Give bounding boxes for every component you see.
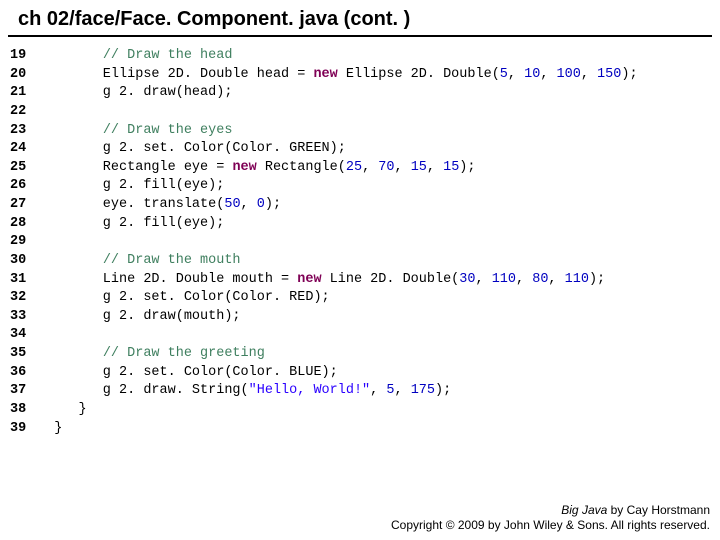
code-block: // Draw the head Ellipse 2D. Double head… bbox=[54, 47, 637, 438]
string-hello: "Hello, World!" bbox=[249, 383, 371, 398]
keyword-new: new bbox=[313, 67, 337, 82]
num-110: 110 bbox=[492, 272, 516, 287]
keyword-new: new bbox=[232, 160, 256, 175]
footer-line-1: Big Java by Cay Horstmann bbox=[391, 503, 710, 517]
num-100: 100 bbox=[557, 67, 581, 82]
closing-brace-1: } bbox=[54, 402, 86, 417]
code-listing: 19 20 21 22 23 24 25 26 27 28 29 30 31 3… bbox=[0, 47, 720, 438]
comment-greeting: // Draw the greeting bbox=[103, 346, 265, 361]
code-line-25a: Rectangle eye = bbox=[54, 160, 232, 175]
footer: Big Java by Cay Horstmann Copyright © 20… bbox=[391, 503, 710, 532]
keyword-new: new bbox=[297, 272, 321, 287]
code-line-31a: Line 2D. Double mouth = bbox=[54, 272, 297, 287]
comment-head: // Draw the head bbox=[103, 48, 233, 63]
num-175: 175 bbox=[411, 383, 435, 398]
num-70: 70 bbox=[378, 160, 394, 175]
footer-line-2: Copyright © 2009 by John Wiley & Sons. A… bbox=[391, 518, 710, 532]
comment-eyes: // Draw the eyes bbox=[103, 123, 233, 138]
num-0: 0 bbox=[257, 197, 265, 212]
code-line-27a: eye. translate( bbox=[54, 197, 224, 212]
num-50: 50 bbox=[224, 197, 240, 212]
title-bar: ch 02/face/Face. Component. java (cont. … bbox=[8, 0, 712, 37]
code-line-26: g 2. fill(eye); bbox=[54, 178, 224, 193]
comment-mouth: // Draw the mouth bbox=[103, 253, 241, 268]
code-line-20b: Ellipse 2D. Double( bbox=[338, 67, 500, 82]
num-15b: 15 bbox=[443, 160, 459, 175]
code-line-28: g 2. fill(eye); bbox=[54, 216, 224, 231]
num-80: 80 bbox=[532, 272, 548, 287]
num-110b: 110 bbox=[565, 272, 589, 287]
book-title: Big Java bbox=[561, 503, 607, 517]
num-15: 15 bbox=[411, 160, 427, 175]
num-30: 30 bbox=[459, 272, 475, 287]
code-line-20a: Ellipse 2D. Double head = bbox=[54, 67, 313, 82]
code-line-21: g 2. draw(head); bbox=[54, 85, 232, 100]
num-25: 25 bbox=[346, 160, 362, 175]
line-numbers: 19 20 21 22 23 24 25 26 27 28 29 30 31 3… bbox=[10, 47, 54, 438]
author: by Cay Horstmann bbox=[607, 503, 710, 517]
code-line-36: g 2. set. Color(Color. BLUE); bbox=[54, 365, 338, 380]
page-title: ch 02/face/Face. Component. java (cont. … bbox=[18, 8, 702, 31]
num-5: 5 bbox=[500, 67, 508, 82]
code-line-37a: g 2. draw. String( bbox=[54, 383, 248, 398]
code-line-33: g 2. draw(mouth); bbox=[54, 309, 240, 324]
num-150: 150 bbox=[597, 67, 621, 82]
num-10: 10 bbox=[524, 67, 540, 82]
closing-brace-2: } bbox=[54, 421, 62, 436]
code-line-32: g 2. set. Color(Color. RED); bbox=[54, 290, 329, 305]
code-line-24: g 2. set. Color(Color. GREEN); bbox=[54, 141, 346, 156]
